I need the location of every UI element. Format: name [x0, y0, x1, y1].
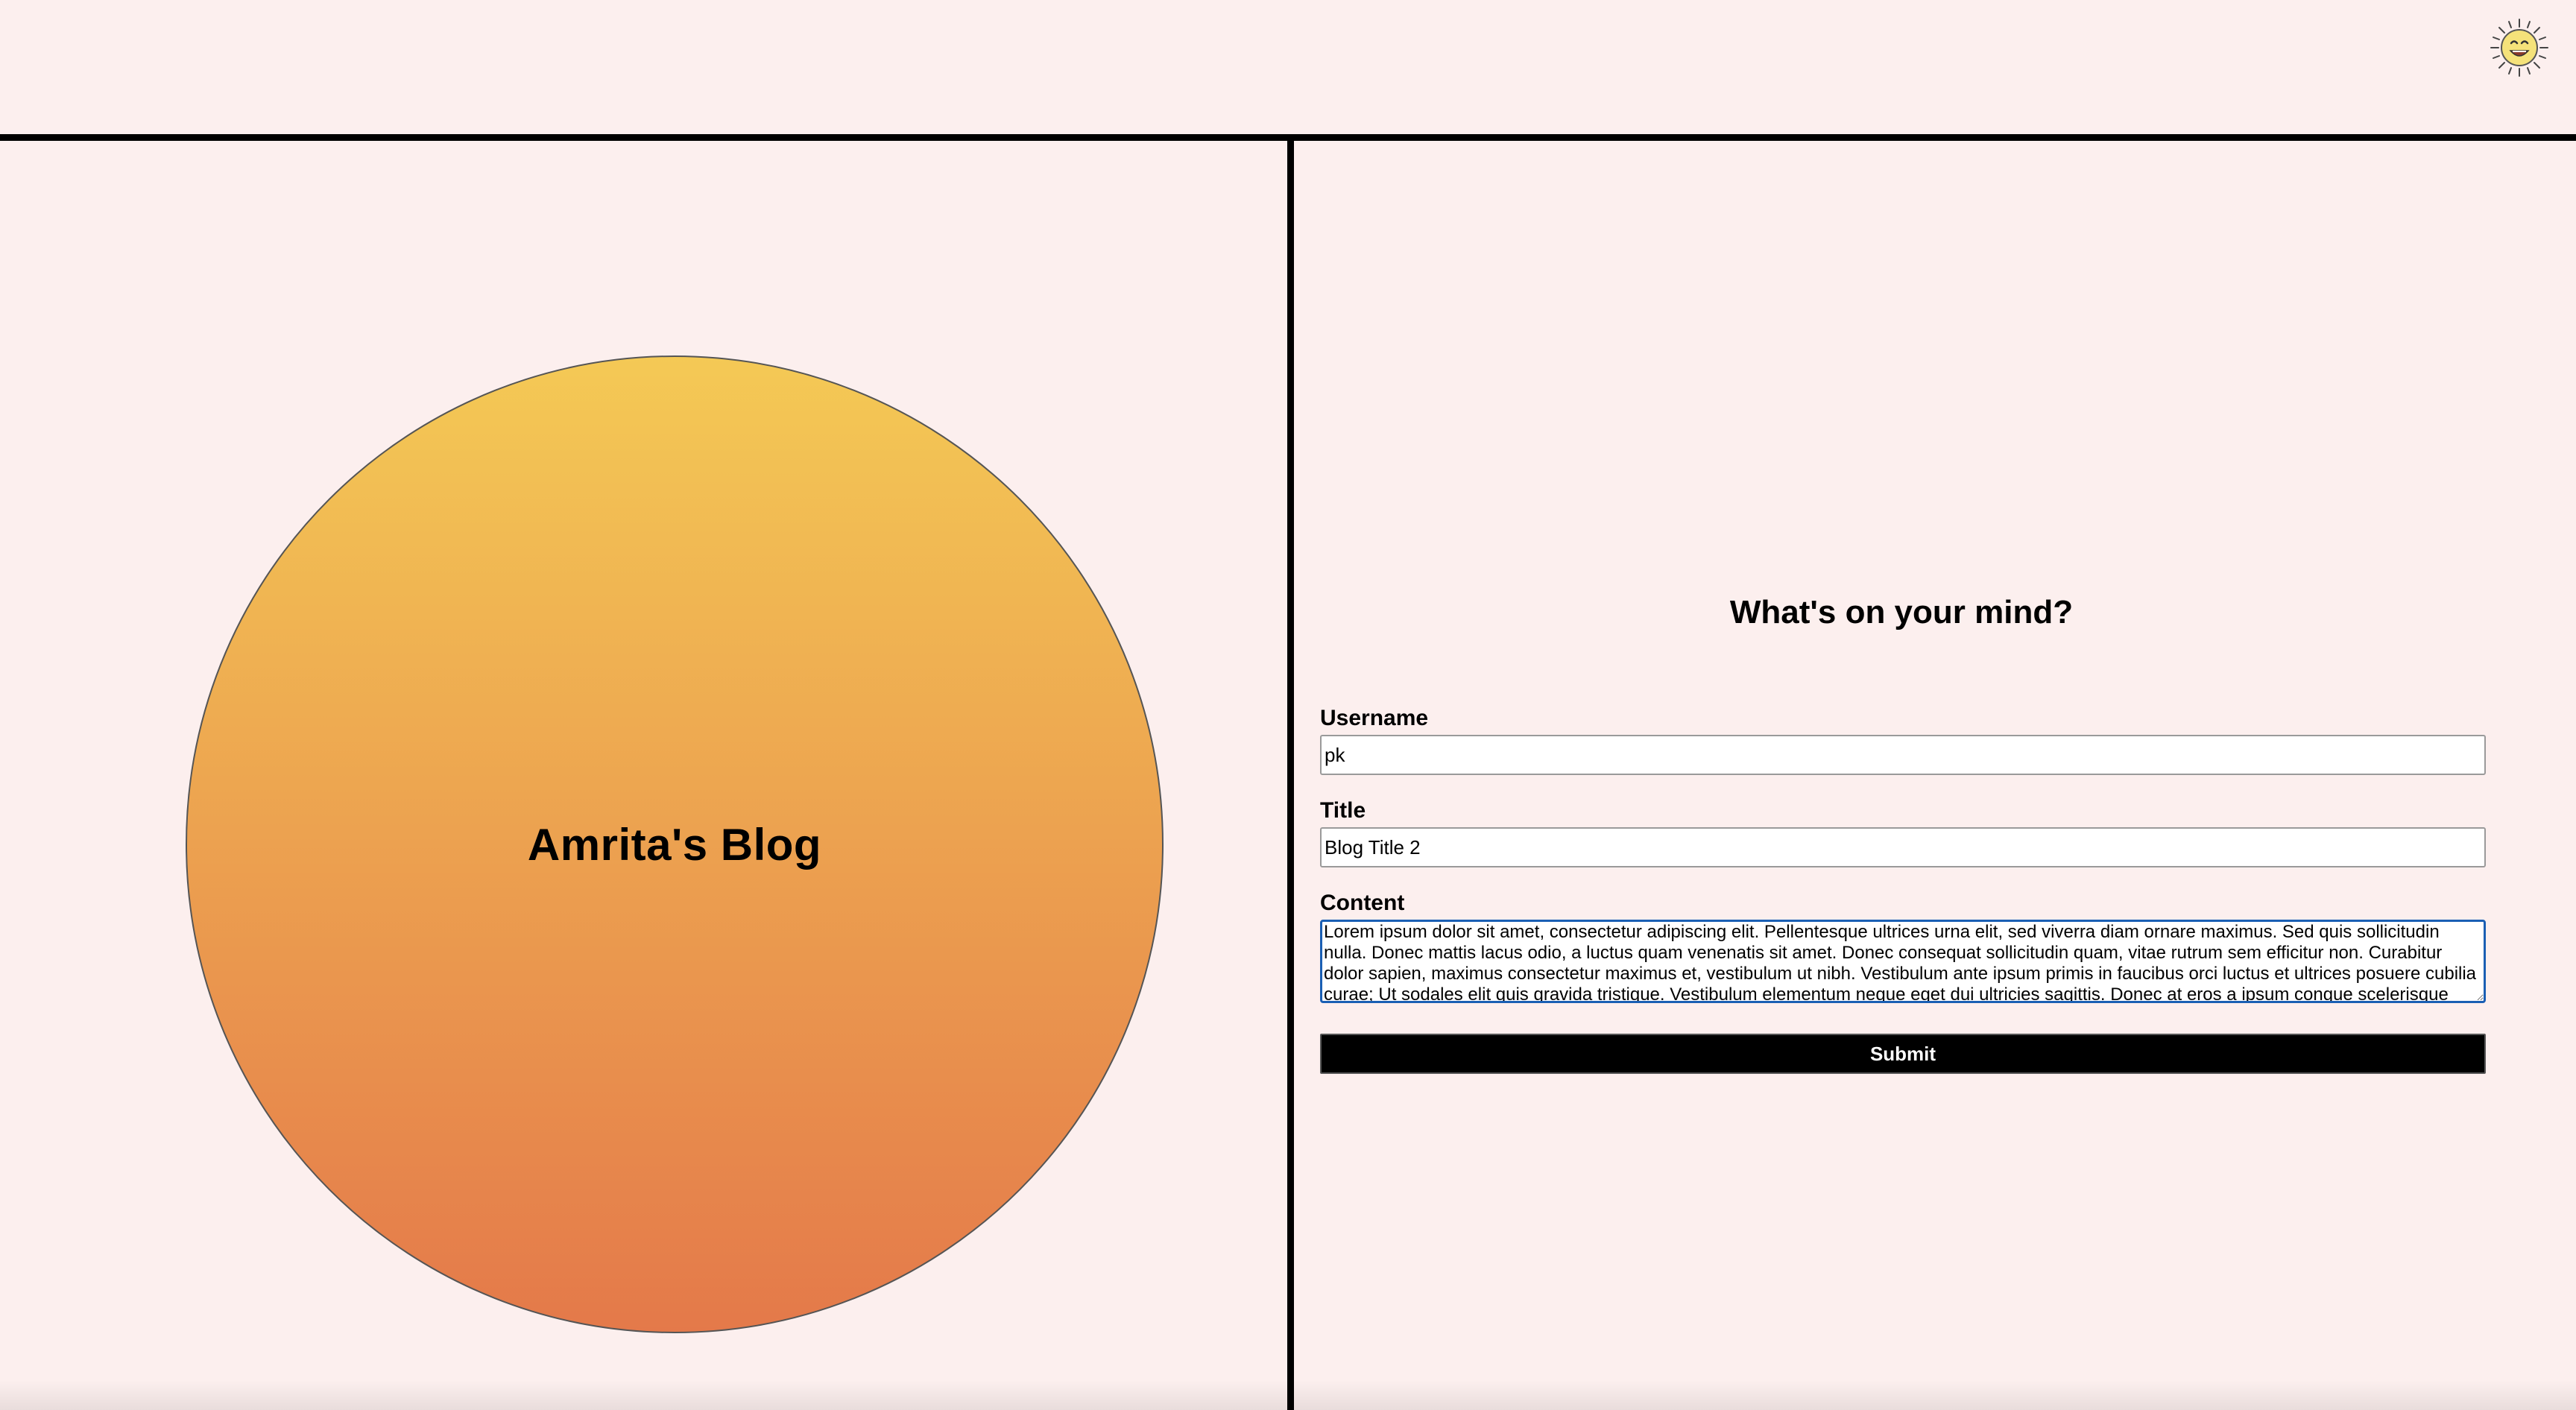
left-panel: Amrita's Blog — [0, 141, 1287, 1410]
blog-title: Amrita's Blog — [527, 819, 822, 870]
content-label: Content — [1320, 891, 1405, 915]
username-label: Username — [1320, 706, 1429, 730]
content-textarea[interactable]: Lorem ipsum dolor sit amet, consectetur … — [1320, 920, 2486, 1003]
submit-button[interactable]: Submit — [1320, 1034, 2486, 1074]
title-input[interactable] — [1320, 827, 2486, 867]
title-label: Title — [1320, 798, 1366, 823]
vertical-divider — [1287, 141, 1294, 1410]
post-form-panel: What's on your mind? Username Title Cont… — [1294, 141, 2576, 1410]
username-input[interactable] — [1320, 735, 2486, 775]
hero-circle: Amrita's Blog — [186, 355, 1164, 1333]
form-heading: What's on your mind? — [1729, 594, 2074, 630]
site-header — [0, 0, 2576, 141]
sun-face-icon[interactable] — [2490, 18, 2549, 78]
